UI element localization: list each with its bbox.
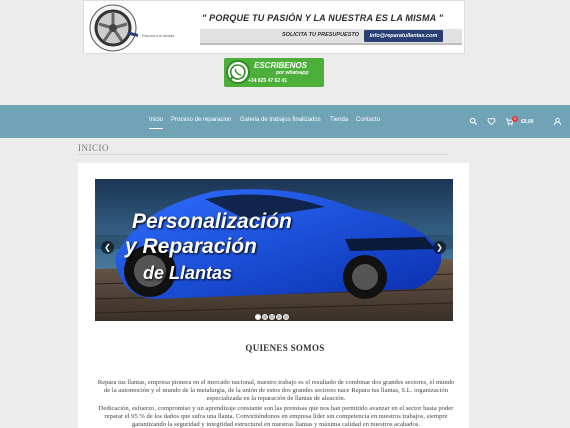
about-paragraph-1: Repara tus llantas, empresa pionera en e… — [97, 379, 455, 402]
title-divider — [78, 154, 449, 155]
wheel-logo-icon — [89, 4, 138, 52]
nav-item-contacto[interactable]: Contacto — [356, 117, 380, 123]
slider-dot[interactable] — [269, 314, 275, 320]
cart-count-badge: 0 — [512, 116, 518, 122]
slider-dot[interactable] — [255, 314, 261, 320]
whatsapp-title: ESCRIBENOS — [254, 61, 307, 70]
whatsapp-phone: +34 625 47 62 41 — [248, 78, 288, 84]
nav-item-proceso[interactable]: Proceso de reparacion — [171, 117, 231, 123]
whatsapp-sub: por whatsapp — [276, 70, 309, 76]
section-title: QUIENES SOMOS — [245, 343, 325, 353]
whatsapp-button[interactable]: ESCRIBENOS por whatsapp +34 625 47 62 41 — [224, 58, 324, 87]
main-nav: Inicio Proceso de reparacion Galeria de … — [0, 105, 570, 138]
slider-dot[interactable] — [276, 314, 282, 320]
slide-heading-2: y Reparación — [125, 235, 257, 258]
user-icon[interactable] — [553, 117, 562, 126]
slider-dots — [255, 307, 290, 321]
cart-total[interactable]: €0,00 — [521, 119, 534, 125]
email-button[interactable]: info@reparatullantas.com — [364, 30, 443, 42]
nav-item-inicio[interactable]: Inicio — [149, 117, 164, 129]
whatsapp-icon — [226, 60, 250, 84]
header-banner[interactable]: Repara tus llantas " PORQUE TU PASIÓN Y … — [83, 0, 465, 54]
slider-dot[interactable] — [262, 314, 268, 320]
banner-underline — [200, 43, 462, 45]
heart-icon[interactable] — [487, 117, 496, 126]
presupuesto-label: SOLICITA TU PRESUPUESTO — [282, 32, 359, 38]
search-icon[interactable] — [469, 117, 478, 126]
slogan: " PORQUE TU PASIÓN Y LA NUESTRA ES LA MI… — [202, 13, 444, 23]
slider-next-arrow-icon[interactable]: ❯ — [433, 241, 446, 254]
slider-dot[interactable] — [283, 314, 289, 320]
nav-item-galeria[interactable]: Galeria de trabajos finalizados — [240, 117, 321, 123]
slider-prev-arrow-icon[interactable]: ❮ — [101, 241, 114, 254]
about-paragraph-2: Dedicación, esfuerzo, compromiso y un ap… — [98, 405, 454, 428]
slide-heading-1: Personalización — [132, 210, 292, 233]
page-title: INICIO — [78, 143, 109, 153]
nav-item-tienda[interactable]: Tienda — [330, 117, 348, 123]
slide-heading-3: de Llantas — [143, 263, 233, 283]
hero-slider[interactable]: Personalización y Reparación de Llantas … — [95, 179, 453, 321]
logo-text: Repara tus llantas — [142, 33, 175, 38]
